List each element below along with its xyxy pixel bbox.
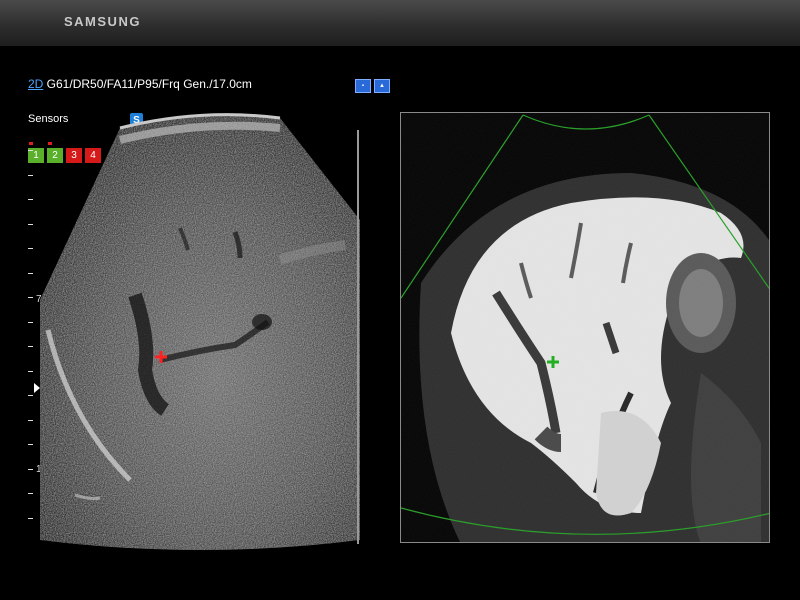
ultrasound-image[interactable] — [0, 0, 400, 600]
mri-image[interactable] — [401, 113, 770, 543]
image-divider — [357, 130, 359, 544]
mri-fusion-panel[interactable] — [400, 112, 770, 543]
